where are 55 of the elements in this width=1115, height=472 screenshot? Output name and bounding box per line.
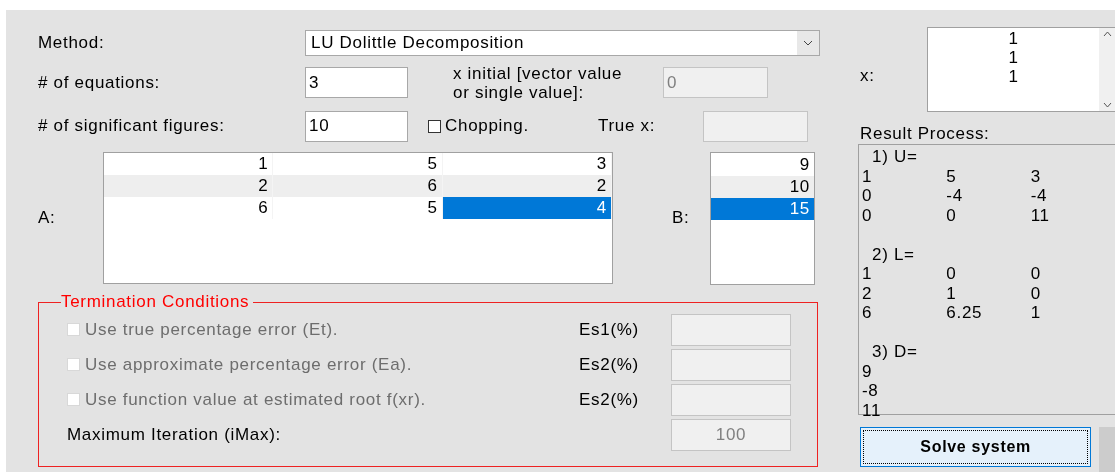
result-value: 1 [1030, 303, 1041, 322]
condition-label: Use true percentage error (Et). [85, 319, 339, 340]
termination-title: Termination Conditions [61, 292, 251, 312]
result-value: 9 [862, 361, 873, 381]
matrix-cell[interactable]: 6 [104, 197, 274, 219]
vector-item[interactable]: 10 [711, 175, 814, 198]
matrix-cell[interactable]: 5 [273, 197, 443, 219]
result-value: 1 [862, 264, 873, 283]
condition-label: Use approximate percentage error (Ea). [85, 354, 413, 375]
result-value: 2 [862, 283, 873, 303]
chopping-label: Chopping. [445, 116, 529, 136]
result-value: 0 [1030, 283, 1041, 303]
method-dropdown[interactable]: LU Dolittle Decomposition [305, 30, 820, 56]
matrix-cell[interactable]: 4 [442, 197, 612, 219]
vector-item[interactable]: 9 [711, 153, 814, 176]
result-value: 0 [862, 186, 873, 205]
result-value: 6.25 [946, 303, 983, 322]
es-label: Es1(%) [579, 319, 640, 340]
condition-label: Use function value at estimated root f(xr). [85, 389, 426, 410]
vector-item[interactable]: 15 [711, 197, 814, 220]
result-value: 11 [862, 400, 882, 420]
result-value: 1 [862, 166, 873, 186]
solve-button[interactable]: Solve system [860, 427, 1092, 467]
result-value: -8 [862, 381, 879, 400]
result-value: -4 [1030, 186, 1048, 205]
result-value: 0 [946, 205, 957, 225]
result-value: 1 [946, 283, 957, 303]
matrix-a-label: A: [38, 208, 57, 228]
equations-label: # of equations: [38, 72, 162, 93]
x-value: 1 [1008, 48, 1019, 67]
significant-figures-field[interactable]: 10 [305, 110, 408, 142]
max-iteration-label: Maximum Iteration (iMax): [67, 424, 282, 445]
x-value: 1 [1008, 67, 1019, 86]
result-value: 0 [946, 264, 957, 283]
vector-b-label: B: [672, 208, 691, 228]
x-initial-label: x initial [vector value or single value]: [452, 63, 624, 102]
es-label: Es2(%) [579, 354, 640, 375]
x-label: x: [860, 65, 876, 87]
method-label: Method: [38, 33, 106, 53]
result-process-label: Result Process: [860, 124, 991, 144]
x-value: 1 [1008, 29, 1019, 48]
result-value: 6 [862, 303, 873, 322]
result-value: 5 [946, 166, 957, 186]
true-x-label: True x: [598, 116, 657, 136]
significant-figures-label: # of significant figures: [38, 116, 226, 136]
result-value: 3 [1030, 166, 1041, 186]
section-title: 2) L= [872, 244, 915, 264]
result-value: -4 [946, 186, 963, 205]
result-value: 11 [1030, 205, 1050, 225]
result-value: 0 [862, 205, 873, 225]
equations-field[interactable]: 3 [305, 67, 408, 98]
result-value: 0 [1030, 264, 1041, 283]
es-label: Es2(%) [579, 389, 640, 410]
section-title: 3) D= [872, 342, 918, 361]
section-title: 1) U= [872, 147, 918, 166]
